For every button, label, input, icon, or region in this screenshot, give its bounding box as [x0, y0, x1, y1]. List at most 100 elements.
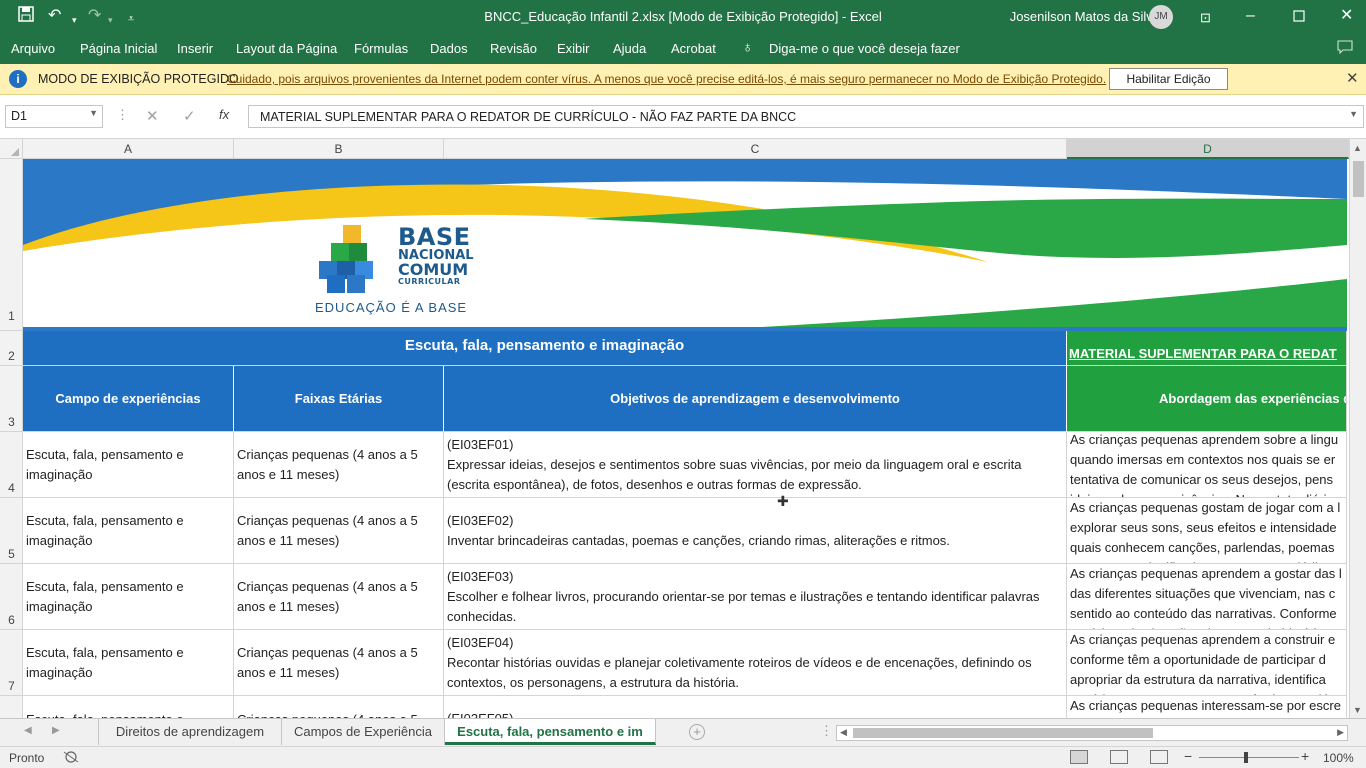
table-cell-d8[interactable]: As crianças pequenas interessam-se por e…: [1067, 696, 1347, 718]
scroll-left-icon[interactable]: ◀: [840, 727, 847, 738]
sheet-tab-campos[interactable]: Campos de Experiência: [282, 719, 445, 745]
column-header-a[interactable]: A: [23, 139, 234, 159]
next-sheet-icon[interactable]: ▶: [52, 725, 60, 736]
header-campo-de-experiencias[interactable]: Campo de experiências: [23, 366, 234, 432]
table-cell-b7[interactable]: Crianças pequenas (4 anos a 5 anos e 11 …: [234, 630, 444, 696]
row-header-1[interactable]: 1: [0, 159, 22, 331]
tab-arquivo[interactable]: Arquivo: [11, 41, 55, 56]
page-break-view-icon[interactable]: [1150, 750, 1168, 764]
horizontal-scrollbar[interactable]: ◀ ▶: [836, 725, 1348, 741]
column-header-b[interactable]: B: [234, 139, 444, 159]
protected-view-heading: MODO DE EXIBIÇÃO PROTEGIDO: [38, 72, 239, 86]
tab-formulas[interactable]: Fórmulas: [354, 41, 408, 56]
section-title-cell[interactable]: Escuta, fala, pensamento e imaginação: [23, 331, 1067, 366]
more-options-icon[interactable]: ⋮: [116, 107, 129, 123]
zoom-slider-handle[interactable]: [1244, 752, 1248, 763]
table-cell-b5[interactable]: Crianças pequenas (4 anos a 5 anos e 11 …: [234, 498, 444, 564]
table-cell-a6[interactable]: Escuta, fala, pensamento e imaginação: [23, 564, 234, 630]
tab-layout-da-pagina[interactable]: Layout da Página: [236, 41, 337, 56]
row-header-6[interactable]: 6: [0, 564, 22, 630]
objective-code: (EI03EF01): [447, 437, 514, 452]
table-cell-a8[interactable]: Escuta, fala, pensamento e: [23, 696, 234, 718]
tell-me-box[interactable]: Diga-me o que você deseja fazer: [769, 41, 960, 56]
chevron-down-icon[interactable]: ▼: [89, 108, 98, 118]
scroll-right-icon[interactable]: ▶: [1337, 727, 1344, 738]
tab-ajuda[interactable]: Ajuda: [613, 41, 646, 56]
tab-acrobat[interactable]: Acrobat: [671, 41, 716, 56]
tab-exibir[interactable]: Exibir: [557, 41, 590, 56]
tab-pagina-inicial[interactable]: Página Inicial: [80, 41, 157, 56]
column-header-c[interactable]: C: [444, 139, 1067, 159]
sheet-tabs-bar: ◀ ▶ Direitos de aprendizagem Campos de E…: [0, 718, 1366, 746]
tab-inserir[interactable]: Inserir: [177, 41, 213, 56]
table-cell-d7[interactable]: As crianças pequenas aprendem a construi…: [1067, 630, 1347, 696]
close-icon[interactable]: ✕: [1340, 6, 1353, 26]
table-cell-a4[interactable]: Escuta, fala, pensamento e imaginação: [23, 432, 234, 498]
table-cell-c4[interactable]: (EI03EF01) Expressar ideias, desejos e s…: [444, 432, 1067, 498]
enter-icon: ✓: [183, 108, 196, 125]
table-cell-b4[interactable]: Crianças pequenas (4 anos a 5 anos e 11 …: [234, 432, 444, 498]
user-name[interactable]: Josenilson Matos da Silva: [1010, 9, 1160, 24]
minimize-icon[interactable]: –: [1246, 6, 1255, 26]
avatar[interactable]: JM: [1149, 5, 1173, 29]
ribbon-display-icon[interactable]: ⊡: [1200, 8, 1211, 28]
header-objetivos[interactable]: Objetivos de aprendizagem e desenvolvime…: [444, 366, 1067, 432]
row-header-2[interactable]: 2: [0, 331, 22, 366]
column-header-d[interactable]: D: [1067, 139, 1349, 159]
info-shield-icon: i: [9, 70, 27, 88]
supplement-title-cell[interactable]: MATERIAL SUPLEMENTAR PARA O REDAT: [1067, 331, 1347, 366]
objective-text: Escolher e folhear livros, procurando or…: [447, 589, 1040, 624]
logo-tagline: EDUCAÇÃO É A BASE: [315, 300, 468, 315]
table-cell-d4[interactable]: As crianças pequenas aprendem sobre a li…: [1067, 424, 1347, 498]
zoom-slider[interactable]: [1199, 757, 1299, 758]
row-header-3[interactable]: 3: [0, 366, 22, 432]
accessibility-icon[interactable]: [62, 750, 80, 767]
table-cell-a7[interactable]: Escuta, fala, pensamento e imaginação: [23, 630, 234, 696]
insert-function-icon[interactable]: fx: [219, 107, 229, 122]
objective-code: (EI03EF04): [447, 635, 514, 650]
page-layout-view-icon[interactable]: [1110, 750, 1128, 764]
expand-formula-icon[interactable]: ▼: [1349, 109, 1358, 119]
sheet-tab-escuta[interactable]: Escuta, fala, pensamento e im: [445, 719, 656, 745]
scroll-up-icon[interactable]: ▲: [1353, 143, 1362, 153]
prev-sheet-icon[interactable]: ◀: [24, 725, 32, 736]
select-all-button[interactable]: [0, 139, 23, 159]
spreadsheet-grid[interactable]: BASE NACIONAL COMUM CURRICULAR EDUCAÇÃO …: [23, 159, 1347, 718]
zoom-in-icon[interactable]: +: [1301, 748, 1309, 764]
row-header-5[interactable]: 5: [0, 498, 22, 564]
table-cell-a5[interactable]: Escuta, fala, pensamento e imaginação: [23, 498, 234, 564]
normal-view-icon[interactable]: [1070, 750, 1088, 764]
table-cell-b6[interactable]: Crianças pequenas (4 anos a 5 anos e 11 …: [234, 564, 444, 630]
logo-text-comum: COMUM: [398, 260, 469, 279]
name-box[interactable]: D1 ▼: [5, 105, 103, 128]
enable-editing-button[interactable]: Habilitar Edição: [1109, 68, 1228, 90]
table-cell-c7[interactable]: (EI03EF04) Recontar histórias ouvidas e …: [444, 630, 1067, 696]
maximize-icon[interactable]: [1293, 8, 1305, 28]
row-header-7[interactable]: 7: [0, 630, 22, 696]
add-sheet-icon[interactable]: +: [689, 724, 705, 740]
protected-view-message[interactable]: Cuidado, pois arquivos provenientes da I…: [227, 72, 1106, 86]
formula-bar: D1 ▼ ⋮ ✕ ✓ fx MATERIAL SUPLEMENTAR PARA …: [0, 95, 1366, 139]
scroll-down-icon[interactable]: ▼: [1353, 705, 1362, 715]
horizontal-scroll-thumb[interactable]: [853, 728, 1153, 738]
header-abordagem[interactable]: Abordagem das experiências d: [1067, 366, 1347, 432]
vertical-scrollbar[interactable]: ▲ ▼: [1349, 139, 1366, 718]
zoom-out-icon[interactable]: −: [1184, 748, 1192, 764]
vertical-scroll-thumb[interactable]: [1353, 161, 1364, 197]
table-cell-d6[interactable]: As crianças pequenas aprendem a gostar d…: [1067, 564, 1347, 630]
close-bar-icon[interactable]: ✕: [1346, 69, 1359, 87]
table-cell-c6[interactable]: (EI03EF03) Escolher e folhear livros, pr…: [444, 564, 1067, 630]
comments-icon[interactable]: [1337, 40, 1353, 57]
formula-input[interactable]: MATERIAL SUPLEMENTAR PARA O REDATOR DE C…: [248, 105, 1364, 128]
table-cell-c5[interactable]: (EI03EF02) Inventar brincadeiras cantada…: [444, 498, 1067, 564]
table-cell-d5[interactable]: As crianças pequenas gostam de jogar com…: [1067, 498, 1347, 564]
tab-revisao[interactable]: Revisão: [490, 41, 537, 56]
tab-split-handle[interactable]: ⋮: [820, 723, 833, 739]
header-faixas-etarias[interactable]: Faixas Etárias: [234, 366, 444, 432]
table-cell-c8[interactable]: (EI03EF05): [444, 696, 1067, 718]
row-header-4[interactable]: 4: [0, 432, 22, 498]
tab-dados[interactable]: Dados: [430, 41, 468, 56]
sheet-tab-direitos[interactable]: Direitos de aprendizagem: [98, 719, 282, 745]
zoom-level[interactable]: 100%: [1323, 751, 1354, 765]
table-cell-b8[interactable]: Crianças pequenas (4 anos a 5: [234, 696, 444, 718]
